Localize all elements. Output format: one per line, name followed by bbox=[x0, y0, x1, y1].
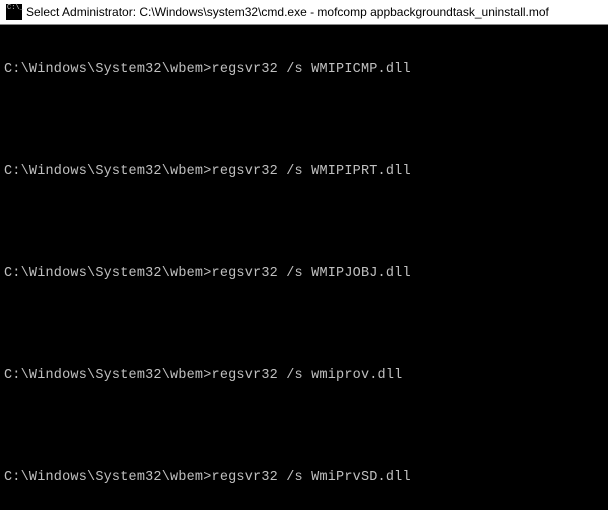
console-line: C:\Windows\System32\wbem>regsvr32 /s WMI… bbox=[4, 163, 604, 180]
console-blank bbox=[4, 214, 604, 231]
console-line: C:\Windows\System32\wbem>regsvr32 /s Wmi… bbox=[4, 469, 604, 486]
console-line: C:\Windows\System32\wbem>regsvr32 /s WMI… bbox=[4, 265, 604, 282]
console-blank bbox=[4, 316, 604, 333]
console-blank bbox=[4, 418, 604, 435]
console-output[interactable]: C:\Windows\System32\wbem>regsvr32 /s WMI… bbox=[0, 25, 608, 510]
window-title: Select Administrator: C:\Windows\system3… bbox=[26, 5, 549, 19]
window-titlebar[interactable]: Select Administrator: C:\Windows\system3… bbox=[0, 0, 608, 25]
console-line: C:\Windows\System32\wbem>regsvr32 /s wmi… bbox=[4, 367, 604, 384]
console-line: C:\Windows\System32\wbem>regsvr32 /s WMI… bbox=[4, 61, 604, 78]
cmd-icon bbox=[6, 4, 22, 20]
console-blank bbox=[4, 112, 604, 129]
